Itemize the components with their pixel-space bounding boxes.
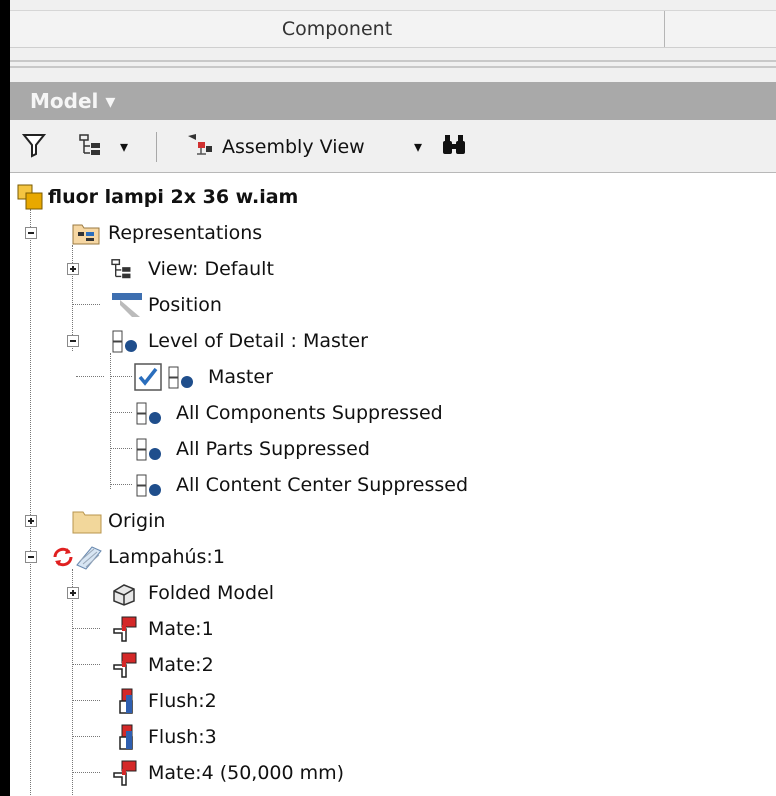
- tree-label: fluor lampi 2x 36 w.iam: [48, 186, 299, 208]
- update-icon: [52, 546, 74, 572]
- tree-label: All Content Center Suppressed: [176, 474, 469, 496]
- tree-label: Position: [148, 294, 222, 316]
- flush-constraint-icon: [114, 723, 138, 755]
- tree-label: All Components Suppressed: [176, 402, 443, 424]
- tree-node-origin[interactable]: Origin: [10, 503, 770, 539]
- view-representation-icon: [110, 257, 138, 285]
- sheet-metal-part-icon: [74, 543, 104, 575]
- expand-toggle[interactable]: [67, 263, 79, 275]
- tree-node-folded-model[interactable]: Folded Model: [10, 575, 770, 611]
- view-dropdown-arrow[interactable]: ▾: [414, 132, 422, 162]
- toolbar-separator: [156, 132, 157, 162]
- mate-constraint-icon: [110, 759, 140, 791]
- tree-node-lod-all-parts[interactable]: All Parts Suppressed: [10, 431, 770, 467]
- tree-node-position[interactable]: Position: [10, 287, 770, 323]
- hierarchy-icon[interactable]: [78, 132, 108, 162]
- tree-node-lampahus[interactable]: Lampahús:1: [10, 539, 770, 575]
- binoculars-icon[interactable]: [440, 132, 468, 162]
- tree-node-lod-master[interactable]: Master: [10, 359, 770, 395]
- tree-label: Lampahús:1: [108, 546, 225, 568]
- assembly-view-icon[interactable]: [184, 132, 216, 162]
- tree-label: All Parts Suppressed: [176, 438, 370, 460]
- tree-label: Folded Model: [148, 582, 275, 604]
- flush-constraint-icon: [114, 687, 138, 719]
- divider: [10, 66, 776, 68]
- tree-node-flush-3[interactable]: Flush:3: [10, 719, 770, 755]
- position-icon: [110, 291, 146, 323]
- tree-label: Mate:2: [148, 654, 214, 676]
- representations-icon: [72, 220, 100, 250]
- divider: [10, 60, 776, 62]
- tree-node-representations[interactable]: Representations: [10, 215, 770, 251]
- checked-checkbox-icon[interactable]: [134, 363, 162, 395]
- tree-node-flush-2[interactable]: Flush:2: [10, 683, 770, 719]
- tree-label: Mate:1: [148, 618, 214, 640]
- expand-toggle[interactable]: [67, 587, 79, 599]
- column-header-component[interactable]: Component: [10, 11, 665, 47]
- folder-icon: [72, 508, 102, 538]
- mate-constraint-icon: [110, 651, 140, 683]
- tree-label: Flush:3: [148, 726, 217, 748]
- tree-node-lod-all-components[interactable]: All Components Suppressed: [10, 395, 770, 431]
- tree-node-mate-2[interactable]: Mate:2: [10, 647, 770, 683]
- mate-constraint-icon: [110, 615, 140, 647]
- tree-label: Origin: [108, 510, 166, 532]
- tree-node-mate-4[interactable]: Mate:4 (50,000 mm): [10, 755, 770, 791]
- hierarchy-dropdown-arrow[interactable]: ▾: [120, 132, 128, 162]
- tree-node-mate-1[interactable]: Mate:1: [10, 611, 770, 647]
- tree-node-view-default[interactable]: View: Default: [10, 251, 770, 287]
- level-of-detail-icon: [166, 365, 198, 395]
- tree-label: Master: [208, 366, 273, 388]
- collapse-toggle[interactable]: [67, 335, 79, 347]
- expand-toggle[interactable]: [25, 515, 37, 527]
- column-header: Component: [10, 10, 776, 48]
- browser-panel: Component Model ▾ ▾ Assembly View ▾ fluo…: [10, 0, 776, 796]
- tree-label: Representations: [108, 222, 263, 244]
- tree-node-lod-all-content-center[interactable]: All Content Center Suppressed: [10, 467, 770, 503]
- level-of-detail-icon: [134, 401, 166, 431]
- level-of-detail-icon: [134, 473, 166, 503]
- tree-label: Mate:4 (50,000 mm): [148, 762, 345, 784]
- panel-title-bar[interactable]: Model ▾: [10, 82, 776, 120]
- filter-icon[interactable]: [21, 132, 47, 162]
- tree-label: Flush:2: [148, 690, 217, 712]
- tree-node-root[interactable]: fluor lampi 2x 36 w.iam: [10, 179, 770, 215]
- collapse-toggle[interactable]: [25, 551, 37, 563]
- assembly-icon: [16, 183, 44, 215]
- collapse-toggle[interactable]: [25, 227, 37, 239]
- tree-label: View: Default: [148, 258, 274, 280]
- model-tree: fluor lampi 2x 36 w.iam Representations …: [10, 172, 776, 796]
- tree-label: Level of Detail : Master: [148, 330, 368, 352]
- level-of-detail-icon: [134, 437, 166, 467]
- folded-model-icon: [110, 581, 138, 611]
- level-of-detail-icon: [110, 329, 142, 359]
- browser-toolbar: ▾ Assembly View ▾: [10, 122, 776, 172]
- tree-node-level-of-detail[interactable]: Level of Detail : Master: [10, 323, 770, 359]
- assembly-view-label[interactable]: Assembly View: [222, 132, 365, 162]
- panel-title[interactable]: Model ▾: [30, 82, 115, 120]
